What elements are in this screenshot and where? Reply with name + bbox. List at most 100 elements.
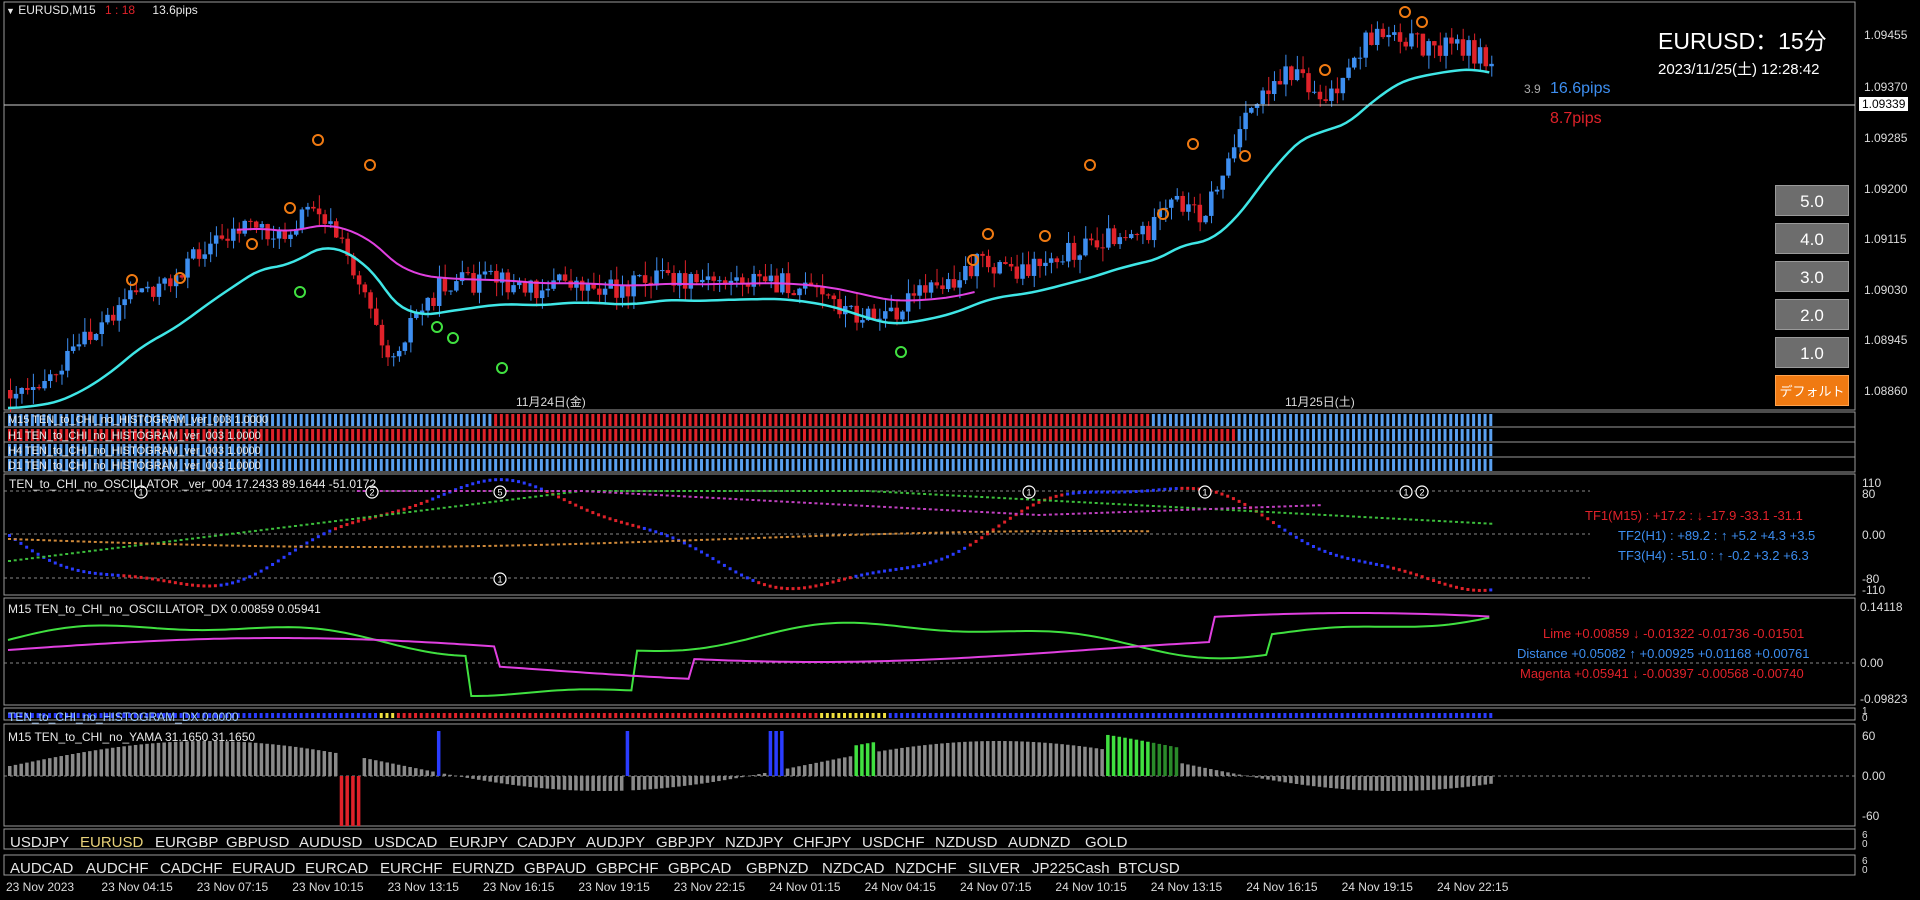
histogram-bar	[1352, 414, 1356, 426]
default-scale-button[interactable]: デフォルト	[1775, 375, 1849, 406]
chart-canvas[interactable]: 1 2 511 1 1 2	[0, 0, 1920, 900]
histogram-bar	[1432, 414, 1436, 426]
yama-bar	[968, 741, 973, 776]
symbol-button-eurnzd[interactable]: EURNZD	[452, 860, 515, 877]
symbol-button-nzdcad[interactable]: NZDCAD	[822, 860, 885, 877]
symbol-button-silver[interactable]: SILVER	[968, 860, 1020, 877]
histogram-bar	[1323, 414, 1327, 426]
scale-5-button[interactable]: 5.0	[1775, 185, 1849, 216]
yama-bar	[465, 776, 470, 778]
symbol-button-audjpy[interactable]: AUDJPY	[586, 834, 645, 851]
histogram-bar	[894, 429, 898, 441]
histogram-bar	[419, 444, 423, 456]
osc-dot	[877, 533, 881, 536]
scale-1-button[interactable]: 1.0	[1775, 337, 1849, 368]
symbol-button-nzdjpy[interactable]: NZDJPY	[725, 834, 783, 851]
symbol-button-eurusd[interactable]: EURUSD	[80, 834, 143, 851]
osc-dot	[654, 490, 658, 492]
histogram-bar	[888, 459, 892, 471]
symbol-button-gbpnzd[interactable]: GBPNZD	[746, 860, 809, 877]
candle-body	[356, 275, 362, 285]
osc-dot	[196, 584, 200, 588]
histogram-bar	[1117, 444, 1121, 456]
symbol-button-usdchf[interactable]: USDCHF	[862, 834, 925, 851]
osc-dot	[65, 565, 69, 569]
symbol-button-gbpchf[interactable]: GBPCHF	[596, 860, 659, 877]
symbol-button-cadjpy[interactable]: CADJPY	[517, 834, 576, 851]
histogram-bar	[1432, 444, 1436, 456]
histogram-bar	[425, 429, 429, 441]
yama-bar	[831, 759, 836, 776]
symbol-button-usdjpy[interactable]: USDJPY	[10, 834, 69, 851]
histogram-bar	[534, 459, 538, 471]
osc-dot	[133, 575, 137, 579]
scale-2-button[interactable]: 2.0	[1775, 299, 1849, 330]
histogram-bar	[774, 414, 778, 426]
symbol-button-audnzd[interactable]: AUDNZD	[1008, 834, 1071, 851]
histogram-bar	[1197, 414, 1201, 426]
symbol-button-gbpusd[interactable]: GBPUSD	[226, 834, 289, 851]
symbol-button-nzdchf[interactable]: NZDCHF	[895, 860, 957, 877]
osc-dot	[293, 548, 297, 552]
scale-3-button[interactable]: 3.0	[1775, 261, 1849, 292]
histogram-bar	[900, 414, 904, 426]
yama-bar	[505, 776, 510, 785]
osc-dot	[900, 567, 904, 571]
symbol-button-eurchf[interactable]: EURCHF	[380, 860, 443, 877]
osc-dot	[1134, 504, 1138, 507]
histogram-bar	[722, 444, 726, 456]
histogram-bar	[1397, 429, 1401, 441]
symbol-button-usdcad[interactable]: USDCAD	[374, 834, 437, 851]
histogram-bar	[265, 444, 269, 456]
histogram-bar	[963, 444, 967, 456]
symbol-button-nzdusd[interactable]: NZDUSD	[935, 834, 998, 851]
symbol-button-chfjpy[interactable]: CHFJPY	[793, 834, 851, 851]
histogram-bar	[945, 444, 949, 456]
symbol-button-gbpcad[interactable]: GBPCAD	[668, 860, 731, 877]
yama-bar	[13, 764, 18, 776]
histogram-bar	[1111, 414, 1115, 426]
histogram-bar	[671, 444, 675, 456]
candle-body	[1317, 91, 1323, 100]
time-axis-label: 24 Nov 22:15	[1437, 880, 1509, 894]
symbol-button-audusd[interactable]: AUDUSD	[299, 834, 362, 851]
symbol-button-gbpaud[interactable]: GBPAUD	[524, 860, 586, 877]
histogram-bar	[1392, 429, 1396, 441]
osc-dot	[436, 490, 440, 492]
histogram-bar	[1128, 414, 1132, 426]
symbol-button-jp225cash[interactable]: JP225Cash	[1032, 860, 1110, 877]
histogram-bar	[579, 459, 583, 471]
candle-body	[1026, 264, 1031, 276]
osc-dot	[396, 512, 400, 515]
symbol-button-euraud[interactable]: EURAUD	[232, 860, 295, 877]
symbol-button-gold[interactable]: GOLD	[1085, 834, 1128, 851]
histogram-bar	[740, 459, 744, 471]
osc-dot	[105, 572, 109, 576]
symbol-button-eurjpy[interactable]: EURJPY	[449, 834, 508, 851]
symbol-button-cadchf[interactable]: CADCHF	[160, 860, 223, 877]
osc-dot	[419, 501, 423, 505]
histogram-bar	[694, 429, 698, 441]
osc-dot	[745, 498, 749, 501]
dropdown-triangle-icon[interactable]: ▼	[6, 6, 15, 16]
symbol-button-btcusd[interactable]: BTCUSD	[1118, 860, 1180, 877]
scale-4-button[interactable]: 4.0	[1775, 223, 1849, 254]
symbol-button-audchf[interactable]: AUDCHF	[86, 860, 149, 877]
histogram-bar	[1271, 429, 1275, 441]
symbol-button-eurcad[interactable]: EURCAD	[305, 860, 368, 877]
histogram-bar	[1048, 414, 1052, 426]
histogram-bar	[648, 429, 652, 441]
histogram-bar	[705, 414, 709, 426]
candle-body	[757, 273, 762, 277]
symbol-button-gbpjpy[interactable]: GBPJPY	[656, 834, 715, 851]
histogram-bar	[808, 414, 812, 426]
symbol-button-audcad[interactable]: AUDCAD	[10, 860, 73, 877]
histogram-bar	[1111, 444, 1115, 456]
histogram-bar	[1163, 414, 1167, 426]
histogram-bar	[517, 444, 521, 456]
yama-bar	[1220, 771, 1224, 776]
osc-dot	[928, 561, 932, 565]
symbol-button-eurgbp[interactable]: EURGBP	[155, 834, 218, 851]
candle-body	[1289, 66, 1294, 81]
histogram-bar	[1060, 459, 1064, 471]
